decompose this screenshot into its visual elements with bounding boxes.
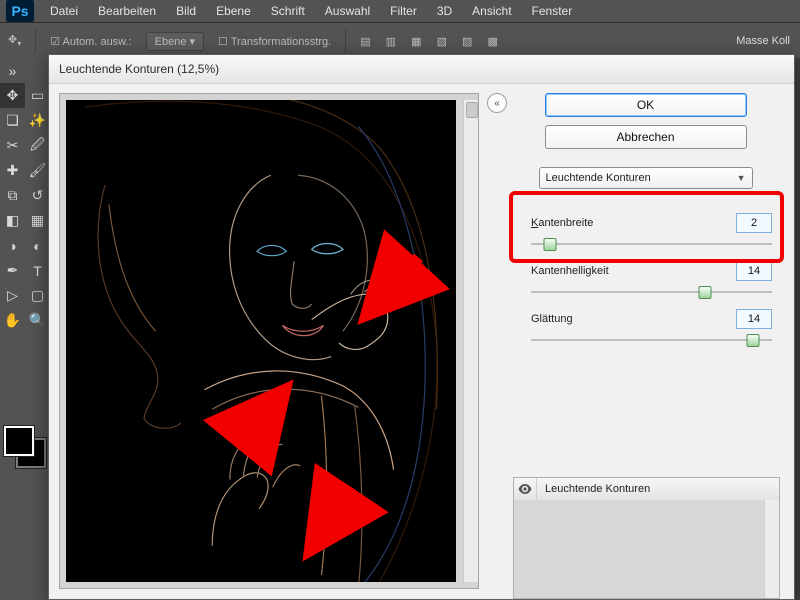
menu-filter[interactable]: Filter — [380, 1, 427, 21]
annotation-highlight-box — [509, 191, 784, 263]
param-glaettung: Glättung — [531, 309, 772, 347]
tool-magic-wand[interactable]: ✨ — [25, 108, 50, 133]
tool-eraser[interactable]: ◧ — [0, 208, 25, 233]
tool-path[interactable]: ▷ — [0, 283, 25, 308]
tool-dodge[interactable]: ◐ — [25, 233, 50, 258]
dialog-title: Leuchtende Konturen (12,5%) — [49, 55, 794, 84]
tools-panel: » ✥ ▭ ❏ ✨ ✂ 🖉 ✚ 🖌 ⧉ ↺ ◧ ▦ ◑ ◐ ✒ T ▷ ▢ ✋ … — [0, 58, 51, 600]
preview-scrollbar[interactable] — [463, 100, 478, 582]
tool-zoom[interactable]: 🔍 — [25, 308, 50, 333]
align-icons[interactable]: ▤ ▥ ▦ ▧ ▨ ▩ — [360, 35, 504, 48]
chevron-down-icon: ▼ — [737, 173, 746, 183]
param-kantenhelligkeit-input[interactable] — [736, 261, 772, 281]
preview-pane — [49, 83, 485, 599]
menubar: Ps Datei Bearbeiten Bild Ebene Schrift A… — [0, 0, 800, 22]
transform-label: Transformationsstrg. — [231, 36, 331, 48]
transform-checkbox[interactable]: ☐ Transformationsstrg. — [218, 35, 331, 48]
menu-schrift[interactable]: Schrift — [261, 1, 315, 21]
effect-layer-list[interactable] — [514, 500, 765, 598]
tool-move[interactable]: ✥ — [0, 83, 25, 108]
color-swatches[interactable] — [4, 426, 46, 468]
menu-datei[interactable]: Datei — [40, 1, 88, 21]
auto-select-checkbox[interactable]: ☑ Autom. ausw.: — [50, 35, 131, 48]
cancel-button[interactable]: Abbrechen — [545, 125, 747, 149]
menu-bild[interactable]: Bild — [166, 1, 206, 21]
tool-stamp[interactable]: ⧉ — [0, 183, 25, 208]
tab-toggle-icon[interactable]: » — [0, 58, 25, 83]
tool-healing[interactable]: ✚ — [0, 158, 25, 183]
visibility-icon[interactable] — [514, 478, 537, 500]
param-glaettung-slider[interactable] — [531, 333, 772, 347]
tool-gradient[interactable]: ▦ — [25, 208, 50, 233]
auto-select-label: Autom. ausw.: — [63, 36, 132, 48]
menu-3d[interactable]: 3D — [427, 1, 462, 21]
ok-button[interactable]: OK — [545, 93, 747, 117]
tool-hand[interactable]: ✋ — [0, 308, 25, 333]
auto-select-target[interactable]: Ebene ▾ — [146, 32, 204, 51]
param-glaettung-input[interactable] — [736, 309, 772, 329]
param-kantenhelligkeit: Kantenhelligkeit — [531, 261, 772, 299]
menu-bearbeiten[interactable]: Bearbeiten — [88, 1, 166, 21]
tool-marquee[interactable]: ▭ — [25, 83, 50, 108]
tool-pen[interactable]: ✒ — [0, 258, 25, 283]
filter-preview-image[interactable] — [66, 100, 456, 582]
app-logo: Ps — [6, 0, 34, 22]
tool-blur[interactable]: ◑ — [0, 233, 25, 258]
collapse-toggle-icon[interactable]: « — [487, 93, 507, 113]
tool-eyedropper[interactable]: 🖉 — [25, 133, 50, 158]
optionsbar-right-label: Masse Koll — [736, 35, 790, 47]
annotation-arrow-1 — [372, 258, 418, 309]
param-kantenhelligkeit-label: Kantenhelligkeit — [531, 265, 609, 277]
tool-shape[interactable]: ▢ — [25, 283, 50, 308]
tool-crop[interactable]: ✂ — [0, 133, 25, 158]
tool-type[interactable]: T — [25, 258, 50, 283]
menu-fenster[interactable]: Fenster — [522, 1, 583, 21]
move-tool-icon[interactable]: ✥▾ — [8, 33, 21, 48]
annotation-arrow-3 — [315, 487, 352, 543]
filter-select-label: Leuchtende Konturen — [546, 172, 651, 184]
filter-select[interactable]: Leuchtende Konturen ▼ — [539, 167, 753, 189]
param-kantenhelligkeit-slider[interactable] — [531, 285, 772, 299]
param-kantenbreite-slider[interactable] — [531, 237, 772, 251]
annotation-arrow-2 — [238, 397, 280, 448]
tool-brush[interactable]: 🖌 — [25, 158, 50, 183]
menu-ansicht[interactable]: Ansicht — [462, 1, 521, 21]
filter-controls: OK Abbrechen Leuchtende Konturen ▼ KKant… — [509, 83, 794, 599]
param-glaettung-label: Glättung — [531, 313, 573, 325]
effect-layer-scrollbar[interactable] — [764, 500, 779, 598]
effect-layer-label[interactable]: Leuchtende Konturen — [537, 483, 650, 495]
effect-layer-panel: Leuchtende Konturen — [513, 477, 780, 599]
filter-gallery-dialog: Leuchtende Konturen (12,5%) — [48, 54, 795, 600]
panel-collapse: « — [485, 83, 509, 599]
tool-lasso[interactable]: ❏ — [0, 108, 25, 133]
menu-auswahl[interactable]: Auswahl — [315, 1, 380, 21]
tool-history-brush[interactable]: ↺ — [25, 183, 50, 208]
menu-ebene[interactable]: Ebene — [206, 1, 261, 21]
foreground-color-swatch[interactable] — [4, 426, 34, 456]
